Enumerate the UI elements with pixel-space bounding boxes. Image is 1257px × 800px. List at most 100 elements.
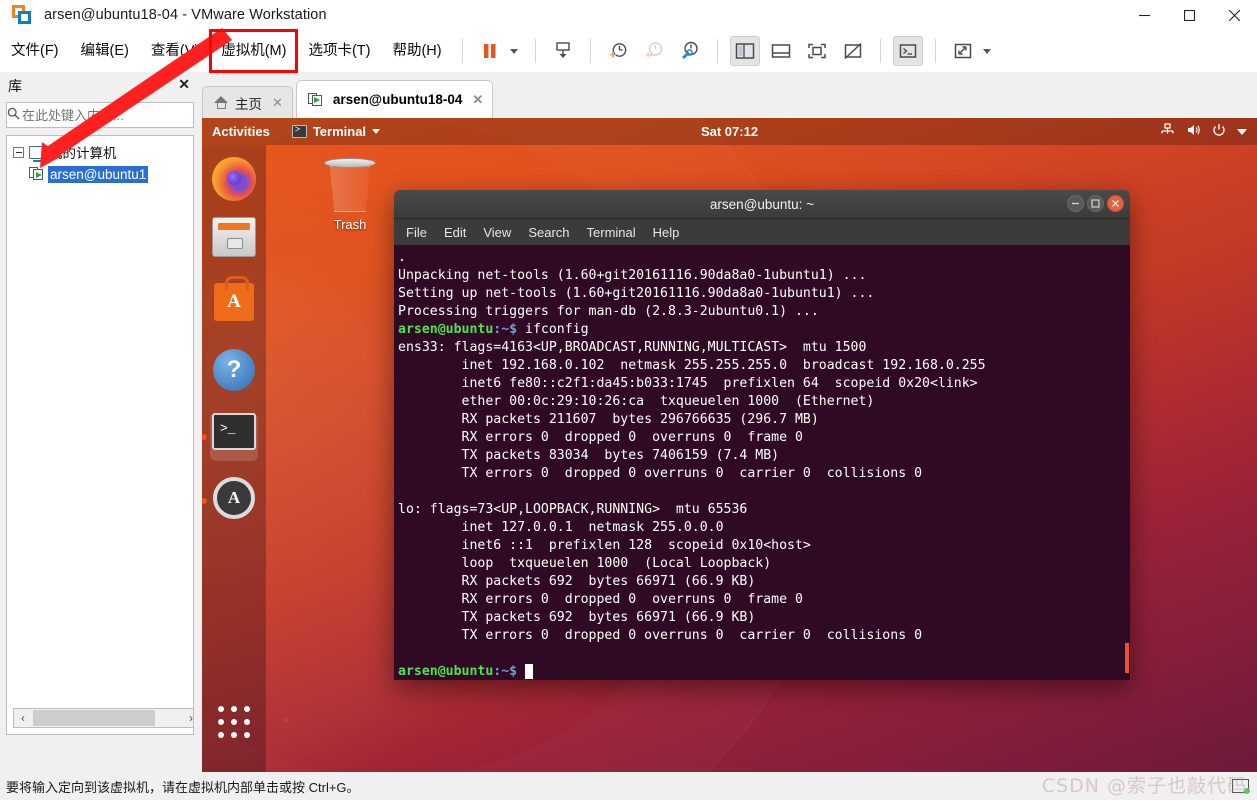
full-screen-icon[interactable] [802, 36, 832, 66]
terminal-window-controls [1067, 195, 1124, 212]
vm-icon [307, 92, 323, 107]
terminal-icon [212, 413, 256, 450]
scroll-left-icon[interactable]: ‹ [14, 711, 32, 725]
library-horizontal-scrollbar[interactable]: ‹ › [13, 708, 193, 728]
vm-tabstrip: 主页 ✕ arsen@ubuntu18-04 ✕ [202, 80, 1257, 118]
power-snapshot-icon[interactable] [548, 36, 578, 66]
watermark: CSDN @索子也敲代码 [1041, 775, 1247, 797]
trash-lid-icon [324, 158, 376, 168]
tree-item-my-computer[interactable]: 我的计算机 [7, 141, 193, 163]
chevron-down-icon[interactable] [1237, 124, 1247, 139]
system-status-area[interactable] [1160, 123, 1247, 140]
stretch-guest-icon[interactable] [948, 36, 978, 66]
library-header: 库 ✕ [0, 72, 200, 100]
firefox-icon [212, 157, 256, 201]
search-input[interactable] [20, 106, 200, 124]
vm-console-viewport[interactable]: Activities Terminal Sat 07:12 [202, 118, 1257, 772]
show-library-icon[interactable] [729, 36, 760, 66]
software-updater-icon: A [213, 477, 255, 519]
tab-home[interactable]: 主页 ✕ [202, 86, 293, 118]
scrollbar-thumb[interactable] [33, 710, 155, 726]
library-sidebar: 库 ✕ 我的计算机 arsen@ubuntu1 ‹ [0, 72, 218, 772]
tree-item-vm[interactable]: arsen@ubuntu1 [7, 163, 193, 185]
terminal-minimize-button[interactable] [1067, 195, 1084, 212]
vmware-logo-icon [12, 5, 32, 25]
dock-item-ubuntu-software[interactable] [210, 276, 258, 331]
gnome-terminal-window[interactable]: arsen@ubuntu: ~ File Edit View Search Te… [394, 190, 1130, 680]
terminal-close-button[interactable] [1107, 195, 1124, 212]
vm-icon [29, 167, 44, 181]
terminal-menu-help[interactable]: Help [653, 225, 680, 240]
tab-label: arsen@ubuntu18-04 [332, 92, 463, 107]
console-terminal-icon[interactable] [892, 36, 923, 66]
take-snapshot-icon[interactable] [603, 36, 633, 66]
terminal-menubar: File Edit View Search Terminal Help [394, 219, 1130, 245]
vmware-workstation-window: arsen@ubuntu18-04 - VMware Workstation 文… [0, 0, 1257, 800]
dock-item-help[interactable]: ? [210, 349, 258, 397]
terminal-output-area[interactable]: . Unpacking net-tools (1.60+git20161116.… [394, 245, 1130, 680]
terminal-scrollbar[interactable] [1123, 245, 1130, 680]
menu-virtual-machine[interactable]: 虚拟机(M) [209, 29, 299, 73]
library-close-icon[interactable]: ✕ [178, 76, 190, 93]
statusbar: 要将输入定向到该虚拟机，请在虚拟机内部单击或按 Ctrl+G。 CSDN @索子… [0, 772, 1257, 800]
dock-item-software-updater[interactable]: A [202, 477, 258, 525]
terminal-menu-search[interactable]: Search [528, 225, 569, 240]
dock-item-firefox[interactable] [210, 157, 258, 205]
tree-item-label: arsen@ubuntu1 [48, 165, 149, 183]
suspend-dropdown-caret-icon[interactable] [509, 48, 518, 54]
maximize-button[interactable] [1167, 0, 1212, 30]
terminal-titlebar[interactable]: arsen@ubuntu: ~ [394, 190, 1130, 219]
library-search[interactable] [6, 102, 218, 128]
tree-item-label: 我的计算机 [49, 146, 117, 161]
gnome-topbar: Activities Terminal Sat 07:12 [202, 118, 1257, 145]
desktop-icon-label: Trash [333, 217, 367, 232]
clock[interactable]: Sat 07:12 [202, 124, 1257, 139]
menu-file[interactable]: 文件(F) [0, 30, 70, 72]
menu-view[interactable]: 查看(V) [140, 30, 210, 72]
ubuntu-dock: ? A [202, 145, 266, 772]
revert-snapshot-icon [639, 36, 669, 66]
toolbar-divider [461, 39, 463, 63]
tab-close-icon[interactable]: ✕ [272, 95, 283, 111]
minimize-button[interactable] [1122, 0, 1167, 30]
ubuntu-software-icon [214, 276, 254, 321]
statusbar-message: 要将输入定向到该虚拟机，请在虚拟机内部单击或按 Ctrl+G。 [6, 779, 360, 795]
terminal-menu-view[interactable]: View [483, 225, 511, 240]
network-icon [1160, 123, 1175, 140]
suspend-icon[interactable] [475, 36, 505, 66]
window-title: arsen@ubuntu18-04 - VMware Workstation [44, 7, 327, 23]
trash-icon [329, 166, 371, 212]
toolbar [472, 30, 999, 72]
terminal-menu-terminal[interactable]: Terminal [587, 225, 636, 240]
window-controls [1122, 0, 1257, 30]
terminal-maximize-button[interactable] [1087, 195, 1104, 212]
dock-item-files[interactable] [210, 217, 258, 265]
tab-vm-arsen-ubuntu18-04[interactable]: arsen@ubuntu18-04 ✕ [295, 80, 494, 118]
scroll-right-icon[interactable]: › [182, 711, 193, 725]
show-console-view-icon[interactable] [766, 36, 796, 66]
stretch-dropdown-caret-icon[interactable] [982, 48, 991, 54]
terminal-title: arsen@ubuntu: ~ [709, 196, 815, 212]
menubar: 文件(F) 编辑(E) 查看(V) 虚拟机(M) 选项卡(T) 帮助(H) [0, 29, 1257, 73]
library-tree: 我的计算机 arsen@ubuntu1 ‹ › [6, 135, 194, 735]
tab-label: 主页 [235, 96, 262, 112]
collapse-expander-icon[interactable] [13, 146, 24, 158]
search-icon [7, 107, 20, 123]
terminal-menu-edit[interactable]: Edit [444, 225, 466, 240]
unity-mode-icon[interactable] [838, 36, 868, 66]
snapshot-manager-icon[interactable] [675, 36, 705, 66]
close-button[interactable] [1212, 0, 1257, 30]
help-icon: ? [213, 349, 255, 391]
desktop-icon-trash[interactable]: Trash [314, 158, 386, 232]
my-computer-icon [29, 145, 44, 162]
tab-close-icon[interactable]: ✕ [472, 92, 483, 108]
menu-tabs[interactable]: 选项卡(T) [297, 30, 381, 72]
terminal-menu-file[interactable]: File [406, 225, 427, 240]
menu-help[interactable]: 帮助(H) [381, 30, 452, 72]
terminal-text: . Unpacking net-tools (1.60+git20161116.… [398, 250, 986, 679]
show-applications-icon[interactable] [218, 706, 252, 740]
running-indicator-dot [202, 434, 207, 440]
home-icon [214, 96, 229, 109]
dock-item-terminal[interactable] [202, 413, 258, 461]
menu-edit[interactable]: 编辑(E) [70, 30, 140, 72]
